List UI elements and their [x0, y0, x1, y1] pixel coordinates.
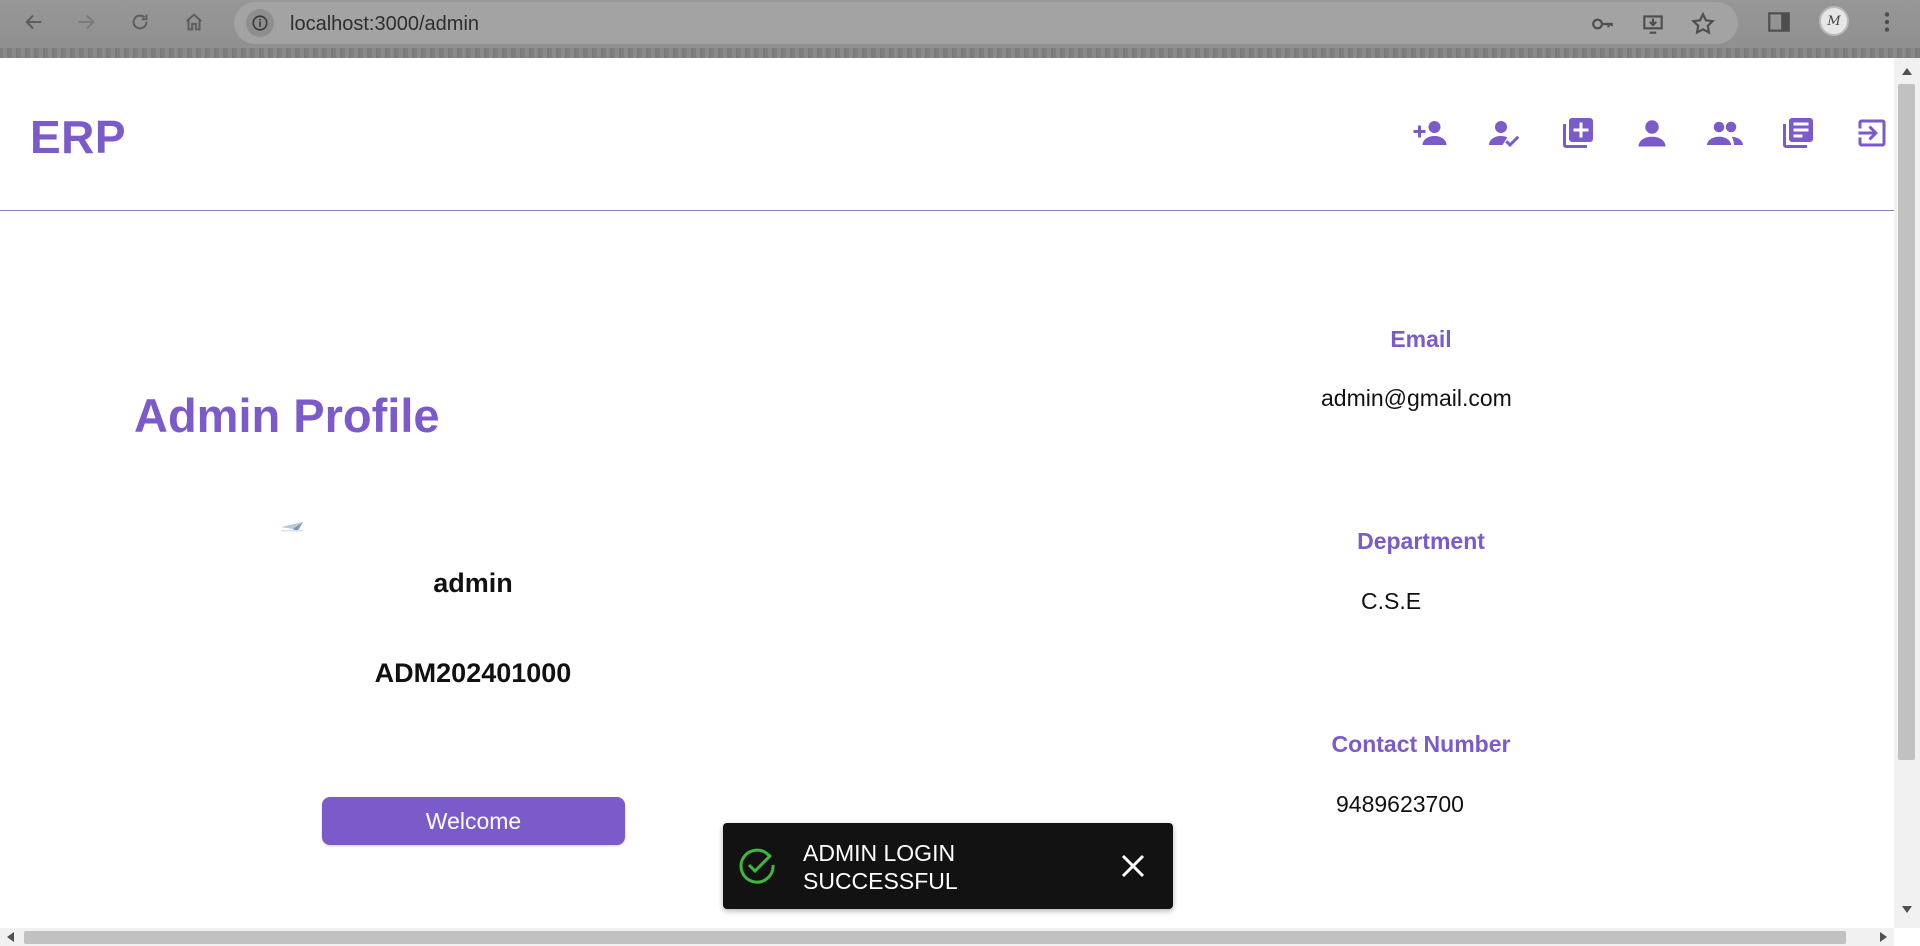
admin-name: admin	[433, 568, 513, 598]
logout-icon	[1858, 119, 1886, 147]
horizontal-scroll-thumb[interactable]	[24, 931, 1846, 944]
passwords-button[interactable]	[1590, 11, 1616, 37]
toast-message-line1: ADMIN LOGIN	[803, 840, 956, 866]
toast-message: ADMIN LOGIN SUCCESSFUL	[803, 839, 1003, 895]
department-label: Department	[1357, 528, 1485, 554]
side-panel-button[interactable]	[1766, 9, 1792, 35]
add-box-icon	[1563, 118, 1593, 148]
vertical-scrollbar[interactable]	[1894, 58, 1920, 928]
toolbar-divider	[0, 48, 1920, 58]
horizontal-scrollbar[interactable]	[0, 928, 1894, 946]
page-title: Admin Profile	[134, 389, 440, 442]
library-books-icon	[1783, 118, 1813, 148]
toast-message-line2: SUCCESSFUL	[803, 868, 958, 894]
library-button[interactable]	[1778, 113, 1818, 153]
add-user-icon	[1413, 121, 1447, 145]
email-value: admin@gmail.com	[1321, 385, 1512, 411]
arrow-right-icon	[78, 14, 95, 30]
kebab-menu-icon	[1884, 12, 1890, 32]
user-check-icon	[1489, 121, 1520, 148]
person-icon	[1638, 120, 1666, 147]
check-circle-icon	[739, 848, 775, 884]
install-app-icon	[1643, 15, 1663, 34]
add-user-button[interactable]	[1410, 113, 1450, 153]
login-success-toast: ADMIN LOGIN SUCCESSFUL	[723, 823, 1173, 909]
profile-image	[281, 522, 303, 532]
logout-button[interactable]	[1852, 113, 1892, 153]
close-icon	[1121, 854, 1145, 878]
contact-label: Contact Number	[1331, 731, 1511, 757]
app-header: ERP	[0, 58, 1894, 211]
vertical-scroll-thumb[interactable]	[1898, 84, 1915, 760]
home-icon	[186, 13, 202, 31]
site-info-button[interactable]	[246, 9, 274, 37]
forward-button[interactable]	[72, 8, 100, 36]
browser-menu-button[interactable]	[1874, 9, 1900, 35]
users-button[interactable]	[1705, 113, 1745, 153]
scroll-down-arrow-icon[interactable]	[1902, 906, 1912, 913]
user-check-button[interactable]	[1484, 113, 1524, 153]
admin-id: ADM202401000	[374, 658, 572, 688]
welcome-button[interactable]: Welcome	[322, 797, 625, 845]
star-icon	[1691, 11, 1715, 35]
address-bar[interactable]: localhost:3000/admin	[234, 2, 1738, 44]
back-button[interactable]	[20, 8, 48, 36]
install-app-button[interactable]	[1640, 11, 1666, 37]
key-icon	[1592, 18, 1613, 30]
reload-button[interactable]	[126, 8, 154, 36]
profile-initials: M	[1827, 13, 1841, 29]
app-logo[interactable]: ERP	[30, 110, 126, 164]
scroll-left-arrow-icon[interactable]	[7, 932, 14, 942]
info-icon	[252, 15, 268, 31]
bookmark-button[interactable]	[1690, 11, 1716, 37]
contact-value: 9489623700	[1336, 791, 1464, 817]
scroll-right-arrow-icon[interactable]	[1880, 932, 1887, 942]
people-icon	[1707, 121, 1743, 145]
url-text[interactable]: localhost:3000/admin	[290, 13, 479, 36]
add-box-button[interactable]	[1558, 113, 1598, 153]
scroll-up-arrow-icon[interactable]	[1902, 68, 1912, 75]
profile-button[interactable]	[1632, 113, 1672, 153]
department-value: C.S.E	[1361, 588, 1422, 614]
home-button[interactable]	[180, 8, 208, 36]
arrow-left-icon	[25, 14, 42, 30]
profile-avatar[interactable]: M	[1819, 6, 1849, 36]
email-label: Email	[1390, 326, 1452, 352]
toast-close-button[interactable]	[1117, 850, 1149, 882]
side-panel-icon	[1768, 12, 1790, 32]
reload-icon	[132, 14, 148, 30]
